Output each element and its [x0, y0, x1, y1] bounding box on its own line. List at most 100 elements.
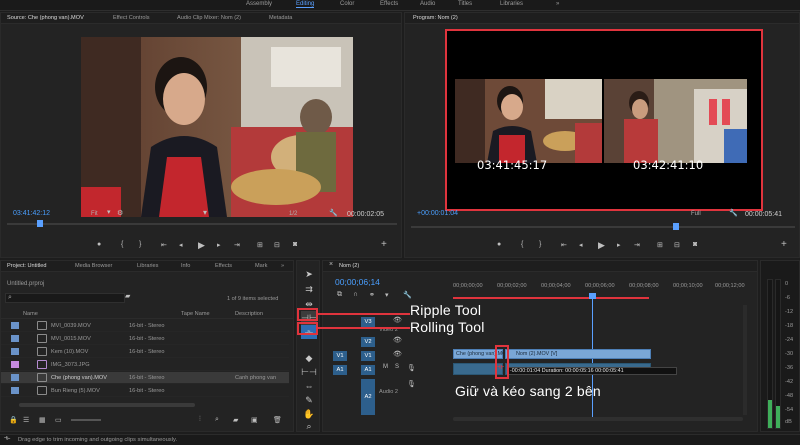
- tab-markers[interactable]: Mark: [255, 263, 267, 269]
- nest-icon[interactable]: ⧉: [337, 291, 342, 299]
- label-color-swatch[interactable]: [11, 374, 19, 381]
- insert-icon[interactable]: ⊞: [257, 241, 263, 249]
- tab-audio-clip-mixer[interactable]: Audio Clip Mixer: Nom (2): [177, 15, 241, 21]
- go-to-in-icon[interactable]: ⇤: [561, 241, 567, 249]
- slide-tool-icon[interactable]: ⇔: [301, 379, 317, 393]
- project-search-input[interactable]: ⌕: [5, 293, 125, 303]
- track-select-tool-icon[interactable]: ⇉: [301, 282, 317, 296]
- work-area-bar[interactable]: [453, 297, 649, 299]
- selection-tool-icon[interactable]: ➤: [301, 267, 317, 281]
- source-patch-a1[interactable]: A1: [333, 365, 347, 375]
- label-color-swatch[interactable]: [11, 322, 19, 329]
- go-to-out-icon[interactable]: ⇥: [234, 241, 240, 249]
- settings-icon[interactable]: ⚙: [117, 209, 123, 217]
- step-back-icon[interactable]: ◂: [179, 241, 183, 249]
- icon-view-icon[interactable]: ▦: [39, 416, 46, 424]
- list-view-icon[interactable]: ☰: [23, 416, 29, 424]
- play-icon[interactable]: ▶: [598, 240, 605, 251]
- wrench-icon[interactable]: 🔧: [729, 209, 738, 217]
- extract-icon[interactable]: ⊟: [674, 241, 680, 249]
- source-patch-v1[interactable]: V1: [333, 351, 347, 361]
- time-ruler[interactable]: 00;00;00;00 00;00;02;00 00;00;04;00 00;0…: [453, 281, 753, 295]
- column-name[interactable]: Name: [23, 311, 38, 317]
- track-a1-label[interactable]: A1: [361, 365, 375, 375]
- list-item[interactable]: IMG_3073.JPG: [1, 359, 289, 371]
- source-timecode-in[interactable]: 03:41:42:12: [13, 210, 50, 217]
- close-icon[interactable]: ×: [329, 261, 333, 268]
- linked-selection-icon[interactable]: ⚭: [369, 291, 375, 299]
- zoom-tool-icon[interactable]: ⌕: [301, 419, 317, 433]
- pen-tool-icon[interactable]: ✎: [301, 393, 317, 407]
- mark-in-icon[interactable]: {: [521, 241, 523, 248]
- eye-icon[interactable]: 👁: [393, 316, 402, 324]
- mark-in-icon[interactable]: {: [121, 241, 123, 248]
- freeform-view-icon[interactable]: ▭: [55, 416, 62, 424]
- tab-effects[interactable]: Effects: [215, 263, 232, 269]
- microphone-icon[interactable]: 🎙: [407, 364, 416, 372]
- program-playhead[interactable]: [673, 223, 679, 230]
- program-fit-dropdown[interactable]: Full: [691, 211, 701, 217]
- tab-source[interactable]: Source: Che (phong van).MOV: [7, 15, 84, 21]
- step-back-icon[interactable]: ◂: [579, 241, 583, 249]
- source-scrub-bar[interactable]: [7, 223, 397, 225]
- list-item[interactable]: MVI_0015.MOV 16-bit - Stereo: [1, 333, 289, 345]
- list-item[interactable]: Bun Rieng (5).MOV 16-bit - Stereo: [1, 385, 289, 397]
- tab-media-browser[interactable]: Media Browser: [75, 263, 112, 269]
- list-item[interactable]: MVI_0039.MOV 16-bit - Stereo: [1, 320, 289, 332]
- workspace-color[interactable]: Color: [340, 1, 354, 7]
- camera-icon[interactable]: ◙: [693, 241, 697, 248]
- go-to-in-icon[interactable]: ⇤: [161, 241, 167, 249]
- timeline-timecode[interactable]: 00;00;06;14: [335, 277, 380, 287]
- column-tape-name[interactable]: Tape Name: [181, 311, 210, 317]
- eye-icon[interactable]: 👁: [393, 336, 402, 344]
- overwrite-icon[interactable]: ⊟: [274, 241, 280, 249]
- find-icon[interactable]: ⌕: [215, 416, 219, 424]
- add-button-icon[interactable]: +: [381, 239, 387, 250]
- tab-effect-controls[interactable]: Effect Controls: [113, 15, 150, 21]
- track-a2-label[interactable]: A2: [361, 379, 375, 415]
- workspace-audio[interactable]: Audio: [420, 1, 435, 7]
- tab-metadata[interactable]: Metadata: [269, 15, 292, 21]
- source-ratio-dropdown[interactable]: 1/2: [289, 211, 297, 217]
- more-tabs-icon[interactable]: »: [281, 263, 284, 269]
- step-forward-icon[interactable]: ▸: [617, 241, 621, 249]
- more-workspaces-icon[interactable]: »: [556, 1, 559, 7]
- new-item-icon[interactable]: ▣: [251, 416, 258, 424]
- microphone-icon[interactable]: 🎙: [407, 380, 416, 388]
- wrench-icon[interactable]: 🔧: [329, 209, 338, 217]
- zoom-slider[interactable]: [71, 419, 101, 421]
- razor-tool-icon[interactable]: ◆: [301, 351, 317, 365]
- snap-icon[interactable]: ∩: [353, 291, 358, 298]
- go-to-out-icon[interactable]: ⇥: [634, 241, 640, 249]
- column-description[interactable]: Description: [235, 311, 263, 317]
- camera-icon[interactable]: ◙: [293, 241, 297, 248]
- add-button-icon[interactable]: +: [781, 239, 787, 250]
- add-marker-icon[interactable]: ●: [497, 241, 501, 248]
- lift-icon[interactable]: ⊞: [657, 241, 663, 249]
- list-item[interactable]: Che (phong van).MOV 16-bit - Stereo Canh…: [1, 372, 289, 384]
- play-icon[interactable]: ▶: [198, 240, 205, 251]
- mark-out-icon[interactable]: }: [539, 241, 541, 248]
- mute-button[interactable]: M: [383, 364, 388, 370]
- mark-out-icon[interactable]: }: [139, 241, 141, 248]
- trash-icon[interactable]: 🗑: [273, 416, 282, 424]
- track-v2-label[interactable]: V2: [361, 337, 375, 347]
- vertical-scrollbar[interactable]: [743, 305, 747, 415]
- new-bin-icon[interactable]: ▰: [125, 292, 130, 300]
- horizontal-scrollbar[interactable]: [19, 403, 195, 407]
- new-bin-icon[interactable]: ▰: [233, 416, 238, 424]
- list-item[interactable]: Kem (10).MOV 16-bit - Stereo: [1, 346, 289, 358]
- step-forward-icon[interactable]: ▸: [217, 241, 221, 249]
- chevron-down-icon[interactable]: ▾: [107, 208, 111, 216]
- label-color-swatch[interactable]: [11, 335, 19, 342]
- tab-project[interactable]: Project: Untitled: [7, 263, 46, 269]
- add-marker-icon[interactable]: ▾: [385, 291, 389, 299]
- slip-tool-icon[interactable]: ⊢⊣: [301, 365, 317, 379]
- workspace-titles[interactable]: Titles: [458, 1, 472, 7]
- track-v3-label[interactable]: V3: [361, 317, 375, 327]
- timeline-scrollbar[interactable]: [453, 417, 743, 421]
- workspace-effects[interactable]: Effects: [380, 1, 398, 7]
- solo-button[interactable]: S: [395, 364, 399, 370]
- lock-icon[interactable]: 🔒: [9, 416, 18, 424]
- workspace-assembly[interactable]: Assembly: [246, 1, 272, 7]
